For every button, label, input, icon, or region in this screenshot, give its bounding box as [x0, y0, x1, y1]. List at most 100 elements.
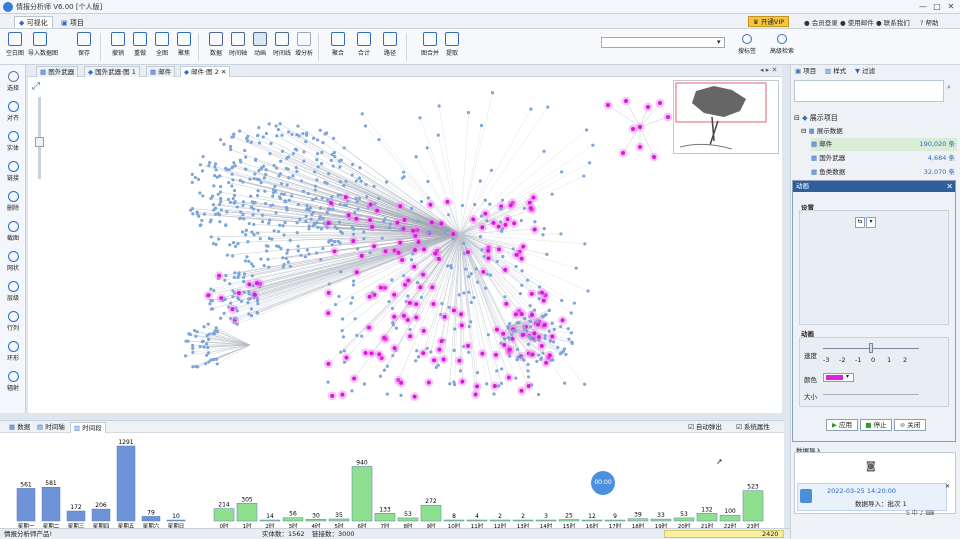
tab-visualize[interactable]: ◆ 可视化 — [14, 16, 53, 28]
doc-tab-mail-graph[interactable]: ◆ 邮件·图 2 ✕ — [180, 66, 231, 77]
toolbar-button-16[interactable]: 提取 — [440, 32, 464, 62]
tab-nav-icon[interactable]: ◂ ▸ ✕ — [760, 66, 777, 74]
doc-tab-mail[interactable]: ▦ 邮件 — [146, 66, 176, 77]
toolbar-button-14[interactable]: 路径 — [378, 32, 402, 62]
left-tool-2[interactable]: 实体 — [1, 131, 25, 152]
vip-button[interactable]: ♛ 开通VIP — [748, 16, 790, 27]
color-picker[interactable]: ▾ — [823, 373, 854, 382]
tab-data[interactable]: ▦ 数据 — [6, 422, 33, 433]
left-tool-1[interactable]: 对齐 — [1, 101, 25, 122]
size-slider[interactable] — [823, 394, 919, 395]
left-tool-10[interactable]: 辐射 — [1, 371, 25, 392]
left-tool-3[interactable]: 链接 — [1, 161, 25, 182]
graph-node — [282, 233, 286, 237]
graph-node-active — [431, 302, 436, 307]
dialog-close-icon[interactable]: ✕ — [946, 181, 953, 192]
toolbar-button-8[interactable]: 时间轴 — [226, 32, 250, 62]
toolbar-button-12[interactable]: 聚合 — [326, 32, 350, 62]
minimap[interactable] — [673, 80, 779, 154]
tree-item-weapons[interactable]: ▦ 国外武器 4,684 条 — [811, 152, 957, 165]
tab-project[interactable]: ▣ 项目 — [56, 16, 89, 28]
graph-node — [313, 188, 317, 192]
toolbar-button-11[interactable]: 增分析 — [292, 32, 316, 62]
left-tool-8[interactable]: 行列 — [1, 311, 25, 332]
item-search-input[interactable] — [794, 80, 944, 102]
toolbar-button-10[interactable]: 时间线 — [270, 32, 294, 62]
speed-slider-handle[interactable] — [869, 343, 873, 353]
toolbar-button-label: 动画 — [253, 50, 266, 57]
sys-attr-checkbox[interactable]: ☑ 系统属性 — [736, 422, 770, 433]
network-graph[interactable] — [28, 77, 782, 413]
zoom-handle[interactable] — [35, 137, 44, 147]
left-tool-0[interactable]: 选择 — [1, 71, 25, 92]
help-link[interactable]: ? 帮助 — [920, 17, 939, 27]
tree-root[interactable]: ⊟ ◆ 展示项目 — [794, 112, 958, 125]
graph-node — [462, 345, 466, 349]
tab-timeline[interactable]: ▤ 时间轴 — [34, 422, 68, 433]
toolbar-button-15[interactable]: 图合并 — [418, 32, 442, 62]
tree-item-fish[interactable]: ▦ 鱼类数据 32,070 条 — [811, 166, 957, 179]
apply-button[interactable]: ▶ 应用 — [826, 419, 858, 431]
login-link[interactable]: ● 会员登录 — [804, 17, 838, 27]
time-bar-chart[interactable]: 561星期一581星期二172星期三206星期四1291星期五79星期六10星期… — [0, 433, 784, 529]
graph-canvas[interactable]: ⤢ — [28, 77, 782, 413]
search-dropdown-icon[interactable]: ▾ — [717, 38, 721, 46]
tab-items[interactable]: ▣ 项目 — [795, 66, 816, 77]
left-tool-4[interactable]: 删除 — [1, 191, 25, 212]
save-button[interactable]: 保存 — [72, 32, 96, 62]
chart-bar — [696, 513, 718, 522]
fit-view-icon[interactable]: ⤢ — [32, 81, 46, 95]
mail-link[interactable]: ● 使用邮件 — [840, 17, 874, 27]
doc-tab-weapons-graph[interactable]: ◆ 国外武器·图 1 — [84, 66, 140, 77]
graph-node — [551, 358, 555, 362]
left-tool-6[interactable]: 网状 — [1, 251, 25, 272]
left-tool-7[interactable]: 层级 — [1, 281, 25, 302]
toolbar-button-9[interactable]: 动画 — [248, 32, 272, 62]
tab-style[interactable]: ▨ 样式 — [825, 66, 846, 77]
graph-node — [462, 241, 466, 245]
graph-node-active — [401, 313, 406, 318]
tree-sub[interactable]: ⊟ ▦ 展示数据 — [801, 125, 960, 138]
minimize-button[interactable]: — — [918, 1, 928, 12]
import-entry-close-icon[interactable]: ✕ — [945, 483, 950, 490]
chart-value-label: 53 — [680, 511, 688, 518]
graph-node — [288, 264, 292, 268]
toolbar-button-3[interactable]: 撤销 — [106, 32, 130, 62]
graph-node-active — [459, 312, 464, 317]
contact-link[interactable]: ● 联系我们 — [876, 17, 910, 27]
graph-node — [261, 164, 266, 168]
stop-button[interactable]: ■ 停止 — [860, 419, 892, 431]
toolbar-button-0[interactable]: 空白图 — [3, 32, 27, 62]
graph-node — [522, 358, 526, 362]
toolbar-button-6[interactable]: 聚焦 — [172, 32, 196, 62]
toolbar-button-label: 合计 — [357, 50, 370, 57]
toolbar-button-13[interactable]: 合计 — [352, 32, 376, 62]
toolbar-button-4[interactable]: 重做 — [128, 32, 152, 62]
tab-timerange[interactable]: ▥ 时间段 — [70, 422, 106, 433]
settings-dropdown-arrow-icon[interactable]: ▾ — [866, 217, 876, 228]
left-tool-5[interactable]: 截图 — [1, 221, 25, 242]
graph-node — [257, 141, 262, 145]
graph-node — [286, 248, 290, 252]
graph-node — [213, 329, 217, 333]
toolbar-button-7[interactable]: 数据 — [204, 32, 228, 62]
dialog-close-button[interactable]: ⊗ 关闭 — [894, 419, 926, 431]
tab-filter[interactable]: ▼ 过滤 — [855, 66, 875, 77]
graph-node — [285, 251, 289, 255]
ime-indicator[interactable]: S 中 ♪ ⌨ — [906, 508, 954, 518]
toolbar-button-1[interactable]: 导入数据图 — [28, 32, 58, 62]
left-tool-9[interactable]: 环形 — [1, 341, 25, 362]
time-badge[interactable]: 00:00 — [591, 471, 615, 495]
tree-item-mail[interactable]: ▦ 邮件 190,020 条 — [811, 138, 957, 151]
search-input[interactable] — [601, 37, 725, 48]
maximize-button[interactable]: □ — [932, 1, 942, 12]
close-window-button[interactable]: ✕ — [946, 1, 956, 12]
graph-node — [231, 295, 235, 299]
camera-icon[interactable]: ◙ — [866, 461, 876, 472]
item-search-icon[interactable]: ⌕ — [947, 83, 951, 92]
settings-dropdown[interactable]: ⇆ — [855, 217, 865, 228]
doc-tab-weapons[interactable]: ▦ 图外武器 — [36, 66, 79, 77]
auto-pop-checkbox[interactable]: ☑ 自动弹出 — [688, 422, 722, 433]
toolbar-button-5[interactable]: 全图 — [150, 32, 174, 62]
graph-node — [536, 392, 541, 397]
